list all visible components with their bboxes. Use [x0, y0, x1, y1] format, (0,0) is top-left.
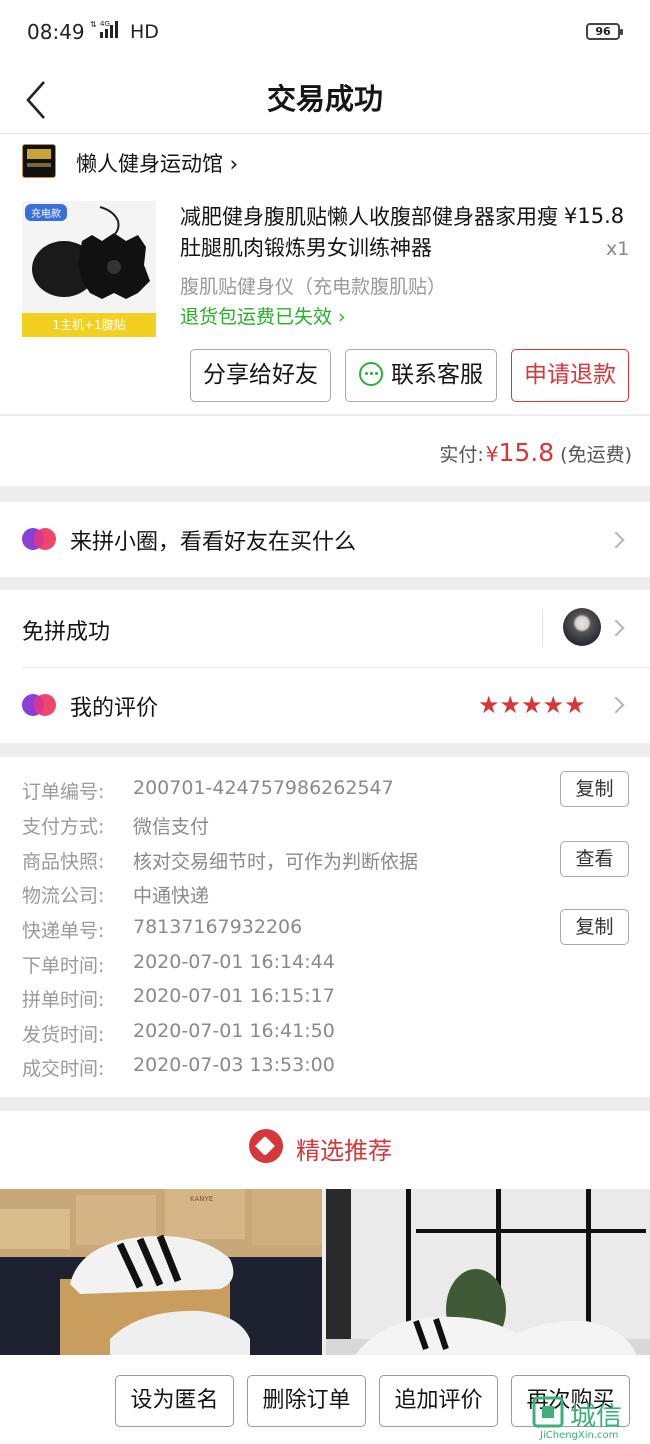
my-review-label: 我的评价: [70, 696, 159, 721]
battery-icon: 96: [586, 23, 623, 40]
svg-text:4G: 4G: [100, 20, 110, 28]
contact-service-button[interactable]: 联系客服: [345, 349, 497, 402]
contact-service-label: 联系客服: [391, 362, 483, 388]
payment-method-key: 支付方式:: [22, 816, 105, 838]
tracking-number-key: 快递单号:: [22, 920, 105, 942]
status-bar: 08:49 ⇅ 4G HD 96: [0, 0, 650, 64]
group-status-label: 免拼成功: [22, 620, 111, 645]
status-time: 08:49: [27, 20, 85, 44]
sneaker-photo: [326, 1189, 650, 1369]
divider: [542, 610, 543, 646]
order-number-value: 200701-424757986262547: [133, 777, 394, 799]
shipping-note: (免运费): [560, 444, 632, 466]
friend-circle-row[interactable]: 来拼小圈，看看好友在买什么: [0, 502, 650, 577]
site-watermark: 城信 JiChengXin.com: [530, 1394, 650, 1444]
product-title[interactable]: 减肥健身腹肌贴懒人收腹部健身器家用瘦肚腿肌肉锻炼男女训练神器: [180, 202, 560, 264]
view-snapshot-button[interactable]: 查看: [560, 841, 629, 877]
friend-circle-label: 来拼小圈，看看好友在买什么: [70, 530, 357, 555]
chat-bubble-icon: [359, 362, 383, 386]
nav-bar: 交易成功: [0, 64, 650, 134]
deal-time-key: 成交时间:: [22, 1058, 105, 1080]
page-title: 交易成功: [266, 82, 383, 116]
chevron-right-icon: [607, 531, 625, 549]
order-time-key: 下单时间:: [22, 955, 105, 977]
chevron-right-icon: [607, 696, 625, 714]
product-quantity: x1: [606, 238, 630, 260]
add-review-button[interactable]: 追加评价: [379, 1375, 498, 1427]
courier-key: 物流公司:: [22, 885, 105, 907]
product-spec: 腹肌贴健身仪（充电款腹肌贴）: [180, 276, 447, 298]
ship-time-value: 2020-07-01 16:41:50: [133, 1020, 335, 1042]
return-shipping-note[interactable]: 退货包运费已失效 ›: [180, 302, 346, 329]
copy-order-number-button[interactable]: 复制: [560, 771, 629, 807]
group-review-box: 免拼成功 我的评价 ★★★★★: [0, 590, 650, 743]
review-icon: [22, 694, 56, 716]
recommend-title: 精选推荐: [296, 1137, 392, 1165]
my-review-row[interactable]: 我的评价 ★★★★★: [0, 667, 650, 743]
order-card: 懒人健身运动馆 › 充电款 1主机+1腹贴 减肥健身腹肌贴懒人收腹部健身器家用瘦…: [0, 134, 650, 414]
payment-summary: 实付: ¥15.8 (免运费): [0, 415, 650, 486]
courier-value: 中通快递: [133, 885, 210, 907]
group-member-avatar[interactable]: [563, 608, 601, 646]
signal-icon: ⇅ 4G: [90, 18, 128, 45]
snapshot-key: 商品快照:: [22, 851, 105, 873]
deal-time-value: 2020-07-03 13:53:00: [133, 1054, 335, 1076]
recommend-header: 精选推荐: [0, 1111, 650, 1189]
watermark-sub: JiChengXin.com: [540, 1430, 619, 1441]
box-label-text: KANYE: [190, 1195, 213, 1203]
snapshot-value: 核对交易细节时，可作为判断依据: [133, 851, 419, 873]
order-number-key: 订单编号:: [22, 781, 105, 803]
order-time-value: 2020-07-01 16:14:44: [133, 951, 335, 973]
payment-method-value: 微信支付: [133, 816, 210, 838]
chevron-right-icon: [607, 619, 625, 637]
refund-button[interactable]: 申请退款: [511, 349, 629, 402]
product-image-caption: 1主机+1腹贴: [22, 313, 156, 337]
recommend-item-image[interactable]: [326, 1189, 650, 1369]
group-time-key: 拼单时间:: [22, 989, 105, 1011]
network-label: HD: [130, 21, 159, 43]
product-badge: 充电款: [25, 204, 67, 221]
group-time-value: 2020-07-01 16:15:17: [133, 985, 335, 1007]
product-image[interactable]: 充电款 1主机+1腹贴: [22, 201, 156, 337]
heart-icon: [249, 1129, 283, 1163]
order-info: 订单编号: 200701-424757986262547 复制 支付方式: 微信…: [0, 757, 650, 1097]
sneaker-photo: KANYE: [0, 1189, 322, 1369]
delete-order-button[interactable]: 删除订单: [247, 1375, 366, 1427]
ship-time-key: 发货时间:: [22, 1024, 105, 1046]
copy-tracking-button[interactable]: 复制: [560, 909, 629, 945]
tracking-number-value: 78137167932206: [133, 916, 303, 938]
product-price: ¥15.8: [564, 204, 625, 228]
paid-currency: ¥: [485, 442, 499, 466]
paid-amount: 15.8: [498, 438, 555, 467]
paid-label: 实付:: [439, 444, 484, 466]
shop-logo[interactable]: [22, 144, 56, 178]
share-button[interactable]: 分享给好友: [190, 349, 331, 402]
rating-stars: ★★★★★: [478, 691, 586, 719]
pinxiaoquan-icon: [22, 528, 56, 550]
watermark-main: 城信: [570, 1402, 623, 1432]
shop-name-link[interactable]: 懒人健身运动馆 ›: [76, 148, 238, 178]
recommend-item-image[interactable]: KANYE: [0, 1189, 322, 1369]
set-anonymous-button[interactable]: 设为匿名: [115, 1375, 234, 1427]
svg-text:⇅: ⇅: [90, 20, 97, 29]
